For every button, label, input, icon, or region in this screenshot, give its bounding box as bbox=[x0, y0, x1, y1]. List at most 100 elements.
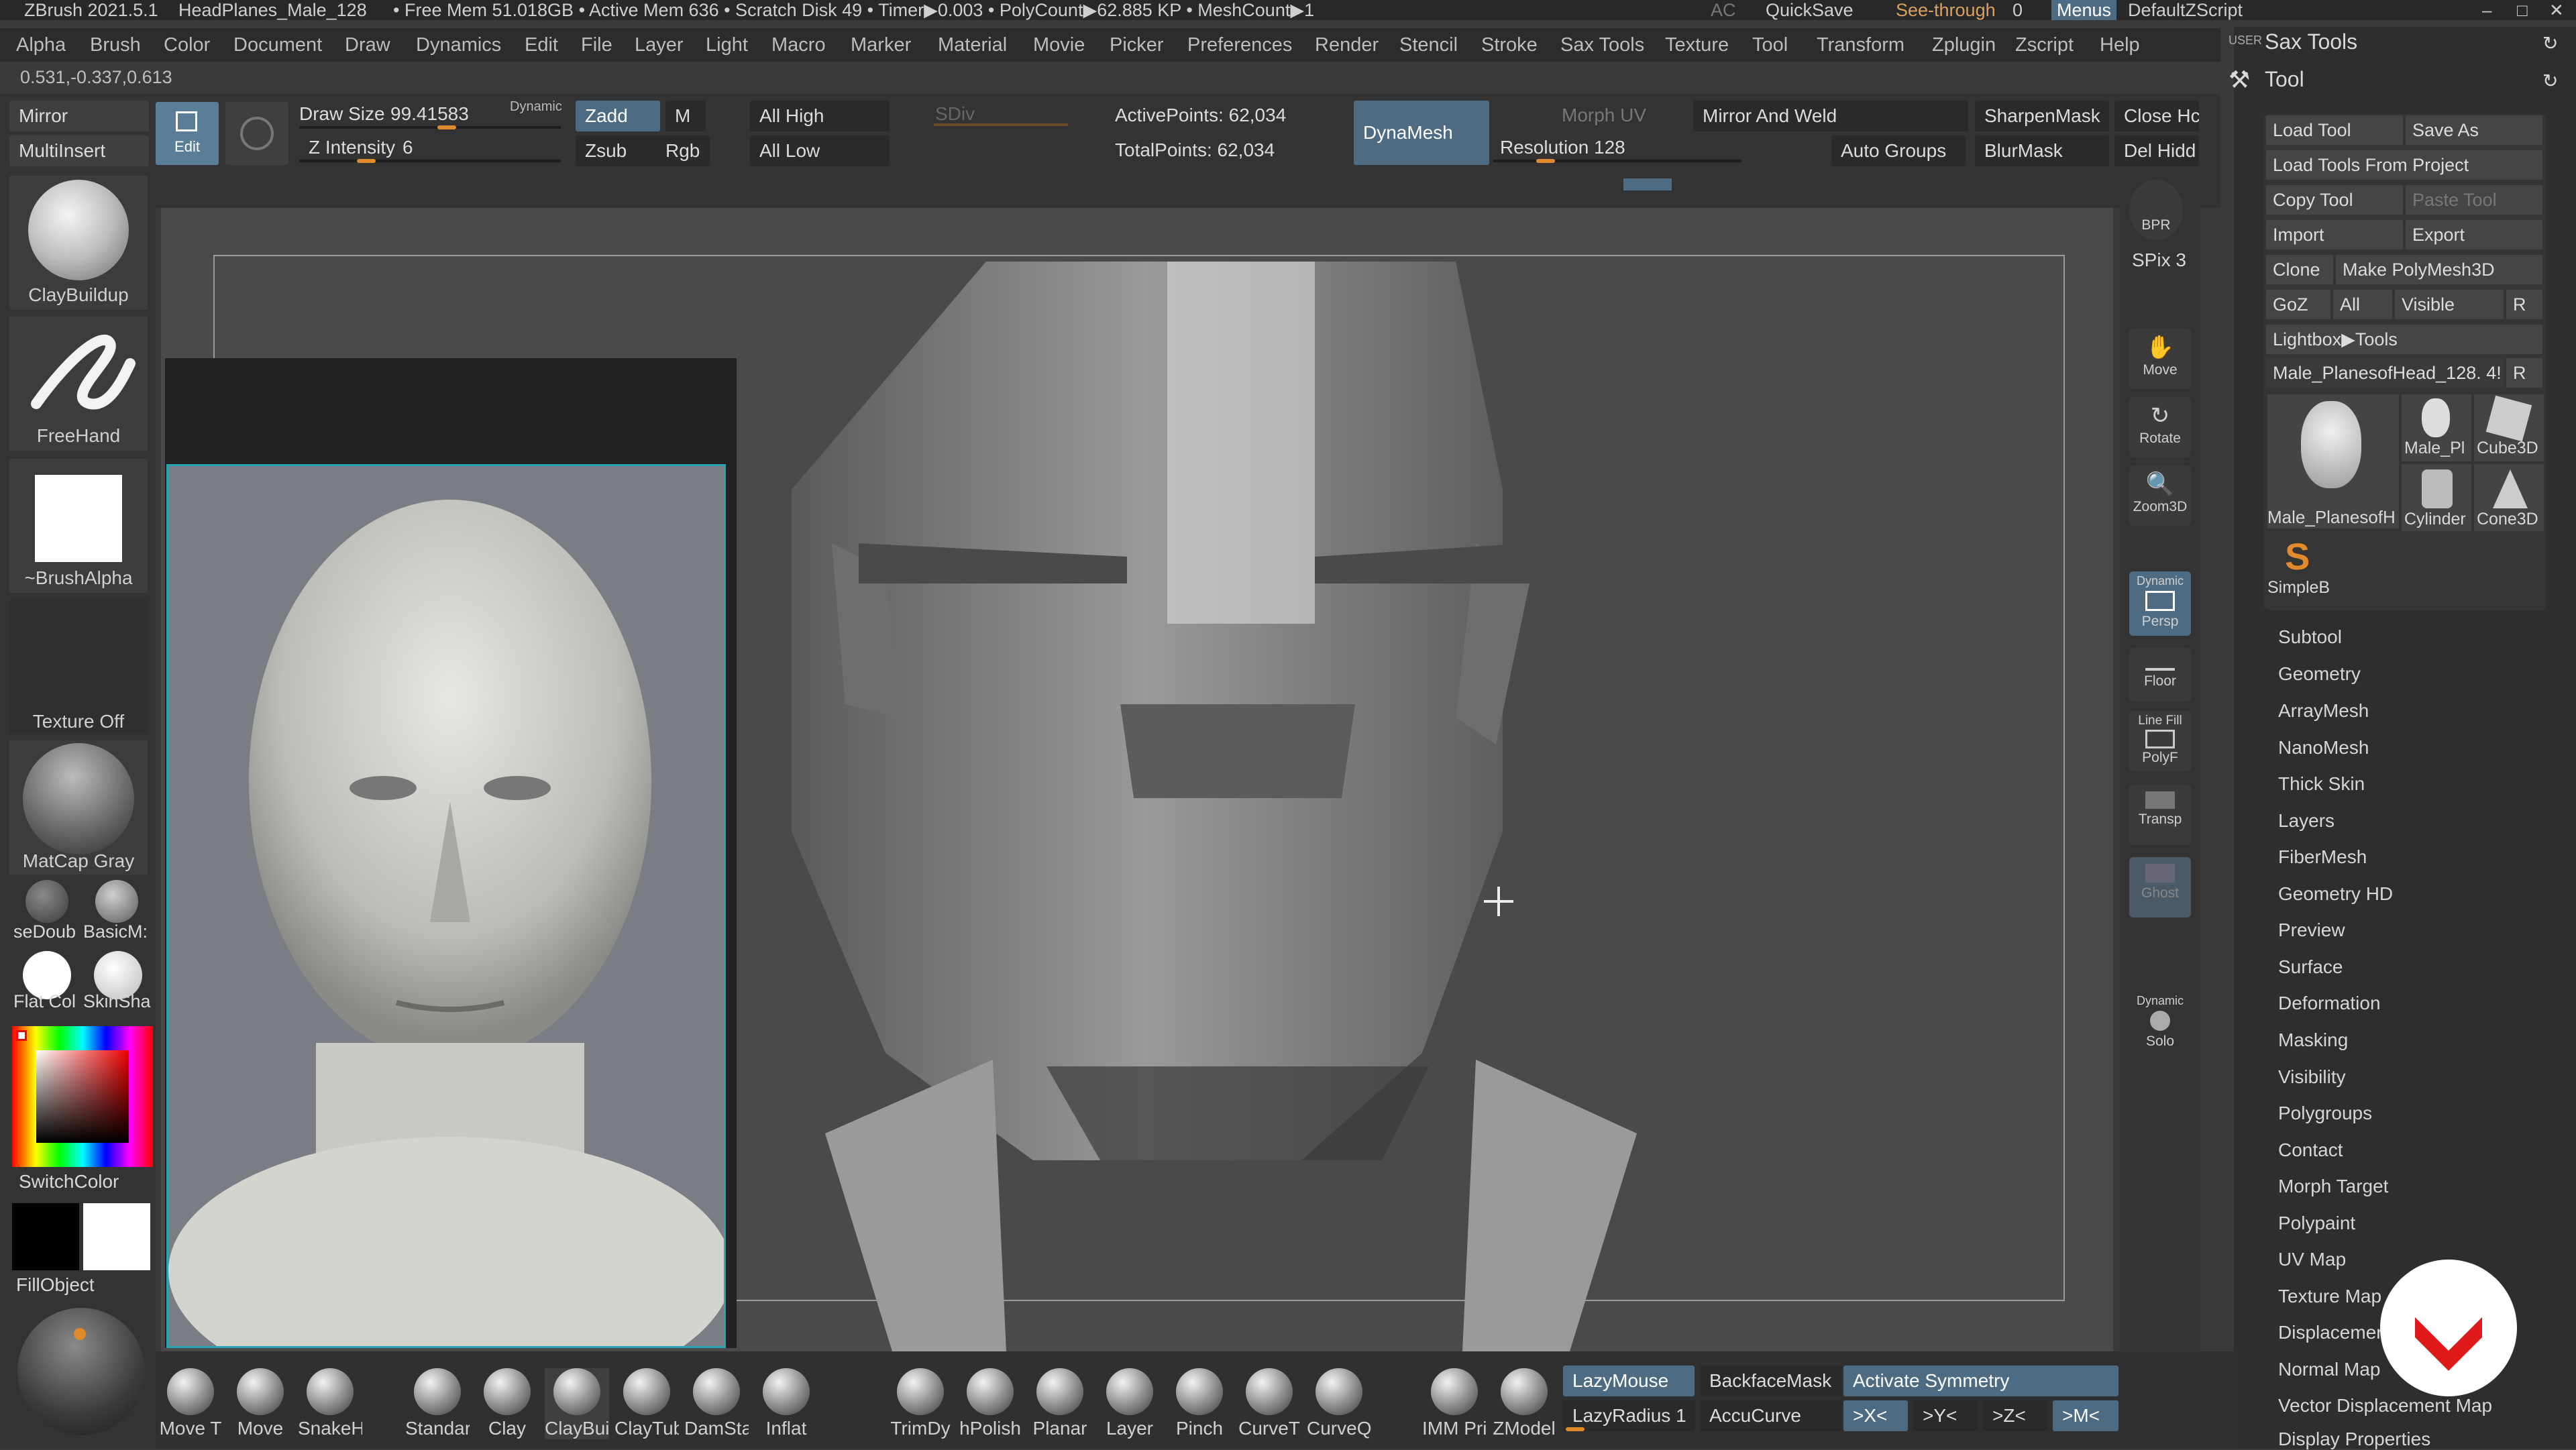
accucurve-button[interactable]: AccuCurve bbox=[1700, 1400, 1842, 1431]
subpalette-fibermesh[interactable]: FiberMesh bbox=[2278, 846, 2367, 868]
fill-object-button[interactable]: FillObject bbox=[16, 1274, 95, 1296]
backface-mask-button[interactable]: BackfaceMask bbox=[1700, 1365, 1842, 1396]
switch-color-button[interactable]: SwitchColor bbox=[19, 1171, 119, 1192]
menu-picker[interactable]: Picker bbox=[1110, 28, 1164, 62]
blur-mask-button[interactable]: BlurMask bbox=[1975, 135, 2109, 166]
menu-layer[interactable]: Layer bbox=[635, 28, 684, 62]
subpalette-polypaint[interactable]: Polypaint bbox=[2278, 1213, 2355, 1234]
menus-toggle[interactable]: Menus bbox=[2051, 0, 2117, 20]
subpalette-visibility[interactable]: Visibility bbox=[2278, 1066, 2346, 1088]
export-button[interactable]: Export bbox=[2406, 220, 2542, 249]
texture-selector[interactable]: Texture Off bbox=[9, 600, 148, 734]
brush-move[interactable]: Move bbox=[228, 1368, 292, 1439]
menu-edit[interactable]: Edit bbox=[525, 28, 558, 62]
all-high-button[interactable]: All High bbox=[750, 101, 890, 131]
del-hidden-button[interactable]: Del Hidd bbox=[2114, 135, 2199, 166]
clone-button[interactable]: Clone bbox=[2266, 255, 2333, 284]
menu-color[interactable]: Color bbox=[164, 28, 210, 62]
material-preview-sphere[interactable] bbox=[17, 1308, 145, 1435]
menu-zplugin[interactable]: Zplugin bbox=[1932, 28, 1996, 62]
menu-file[interactable]: File bbox=[581, 28, 612, 62]
menu-material[interactable]: Material bbox=[938, 28, 1007, 62]
subpalette-arraymesh[interactable]: ArrayMesh bbox=[2278, 700, 2369, 722]
tool-refresh-icon[interactable]: ↻ bbox=[2542, 70, 2558, 92]
spix-label[interactable]: SPix 3 bbox=[2132, 249, 2186, 271]
material-selector[interactable]: MatCap Gray bbox=[9, 740, 148, 875]
subpalette-subtool[interactable]: Subtool bbox=[2278, 626, 2342, 648]
zoom3d-button[interactable]: 🔍 Zoom3D bbox=[2129, 465, 2191, 526]
subpalette-thick-skin[interactable]: Thick Skin bbox=[2278, 773, 2365, 795]
menu-preferences[interactable]: Preferences bbox=[1187, 28, 1292, 62]
zadd-button[interactable]: Zadd bbox=[576, 101, 660, 131]
subpalette-vector-displacement-map[interactable]: Vector Displacement Map bbox=[2278, 1395, 2492, 1416]
draw-size-knob[interactable] bbox=[437, 125, 456, 129]
brush-curvetube[interactable]: CurveT bbox=[1237, 1368, 1301, 1439]
subpalette-masking[interactable]: Masking bbox=[2278, 1029, 2348, 1051]
material-swatch-1[interactable] bbox=[25, 880, 68, 923]
brush-selector[interactable]: ClayBuildup bbox=[9, 176, 148, 310]
dynamic-label[interactable]: Dynamic bbox=[510, 99, 562, 115]
persp-button[interactable]: Dynamic Persp bbox=[2129, 571, 2191, 636]
sax-tools-refresh-icon[interactable]: ↻ bbox=[2542, 32, 2558, 54]
goz-all-button[interactable]: All bbox=[2333, 290, 2392, 319]
primary-color-swatch[interactable] bbox=[12, 1203, 79, 1270]
goz-r-button[interactable]: R bbox=[2506, 290, 2542, 319]
brush-hpolish[interactable]: hPolish bbox=[958, 1368, 1022, 1439]
resolution-knob[interactable] bbox=[1536, 159, 1555, 163]
brush-layer[interactable]: Layer bbox=[1097, 1368, 1162, 1439]
color-picker[interactable] bbox=[12, 1026, 153, 1167]
secondary-color-swatch[interactable] bbox=[83, 1203, 150, 1270]
dynamesh-button[interactable]: DynaMesh bbox=[1354, 101, 1489, 165]
subpalette-surface[interactable]: Surface bbox=[2278, 956, 2343, 978]
app-logo-button[interactable] bbox=[2380, 1260, 2517, 1396]
menu-macro[interactable]: Macro bbox=[771, 28, 826, 62]
menu-light[interactable]: Light bbox=[706, 28, 748, 62]
menu-stroke[interactable]: Stroke bbox=[1481, 28, 1538, 62]
tool-thumb-cube3d[interactable]: Cube3D bbox=[2474, 394, 2544, 461]
lightbox-tools-button[interactable]: Lightbox▶Tools bbox=[2266, 325, 2542, 354]
subpalette-contact[interactable]: Contact bbox=[2278, 1139, 2343, 1161]
draw-mode-button[interactable] bbox=[225, 102, 288, 165]
close-icon[interactable]: ✕ bbox=[2549, 0, 2564, 20]
edit-button[interactable]: Edit bbox=[156, 102, 219, 165]
menu-alpha[interactable]: Alpha bbox=[16, 28, 66, 62]
menu-sax-tools[interactable]: Sax Tools bbox=[1560, 28, 1644, 62]
subpalette-texture-map[interactable]: Texture Map bbox=[2278, 1286, 2381, 1307]
scroll-indicator[interactable] bbox=[1623, 178, 1672, 190]
menu-marker[interactable]: Marker bbox=[851, 28, 911, 62]
close-holes-button[interactable]: Close Hc bbox=[2114, 101, 2199, 131]
brush-trimdynamic[interactable]: TrimDy bbox=[888, 1368, 953, 1439]
import-button[interactable]: Import bbox=[2266, 220, 2403, 249]
menu-dynamics[interactable]: Dynamics bbox=[416, 28, 501, 62]
m-button[interactable]: M bbox=[665, 101, 706, 131]
menu-texture[interactable]: Texture bbox=[1665, 28, 1729, 62]
save-as-button[interactable]: Save As bbox=[2406, 115, 2542, 145]
symmetry-z-button[interactable]: >Z< bbox=[1983, 1400, 2047, 1431]
tool-thumb-simpleb[interactable]: S SimpleB bbox=[2267, 534, 2337, 604]
symmetry-y-button[interactable]: >Y< bbox=[1913, 1400, 1978, 1431]
quicksave-button[interactable]: QuickSave bbox=[1766, 0, 1854, 20]
brush-move-topological[interactable]: Move T bbox=[158, 1368, 223, 1439]
subpalette-nanomesh[interactable]: NanoMesh bbox=[2278, 737, 2369, 759]
tool-thumb-male-planes[interactable]: Male_PlanesofH bbox=[2267, 394, 2399, 528]
subpalette-geometry-hd[interactable]: Geometry HD bbox=[2278, 883, 2393, 905]
brush-curveq[interactable]: CurveQ bbox=[1307, 1368, 1371, 1439]
zsub-button[interactable]: Zsub bbox=[576, 135, 660, 166]
subpalette-display-properties[interactable]: Display Properties bbox=[2278, 1429, 2430, 1450]
tool-thumb-cylinder[interactable]: Cylinder bbox=[2402, 464, 2471, 531]
resolution-slider[interactable] bbox=[1493, 160, 1741, 162]
brush-damstandard[interactable]: DamSta bbox=[684, 1368, 749, 1439]
rotate-button[interactable]: ↻ Rotate bbox=[2129, 397, 2191, 457]
draw-size-value[interactable]: 99.41583 bbox=[390, 103, 469, 125]
polyf-button[interactable]: Line Fill PolyF bbox=[2129, 711, 2191, 771]
ghost-button[interactable]: Ghost bbox=[2129, 857, 2191, 917]
brush-claytubes[interactable]: ClayTub bbox=[614, 1368, 679, 1439]
brush-standard[interactable]: Standar bbox=[405, 1368, 470, 1439]
menu-help[interactable]: Help bbox=[2100, 28, 2140, 62]
lazyradius-knob[interactable] bbox=[1566, 1427, 1585, 1431]
floor-button[interactable]: Floor bbox=[2129, 648, 2191, 702]
subpalette-layers[interactable]: Layers bbox=[2278, 810, 2334, 832]
menu-stencil[interactable]: Stencil bbox=[1399, 28, 1458, 62]
current-tool-r-button[interactable]: R bbox=[2506, 358, 2542, 388]
activate-symmetry-button[interactable]: Activate Symmetry bbox=[1843, 1365, 2118, 1396]
